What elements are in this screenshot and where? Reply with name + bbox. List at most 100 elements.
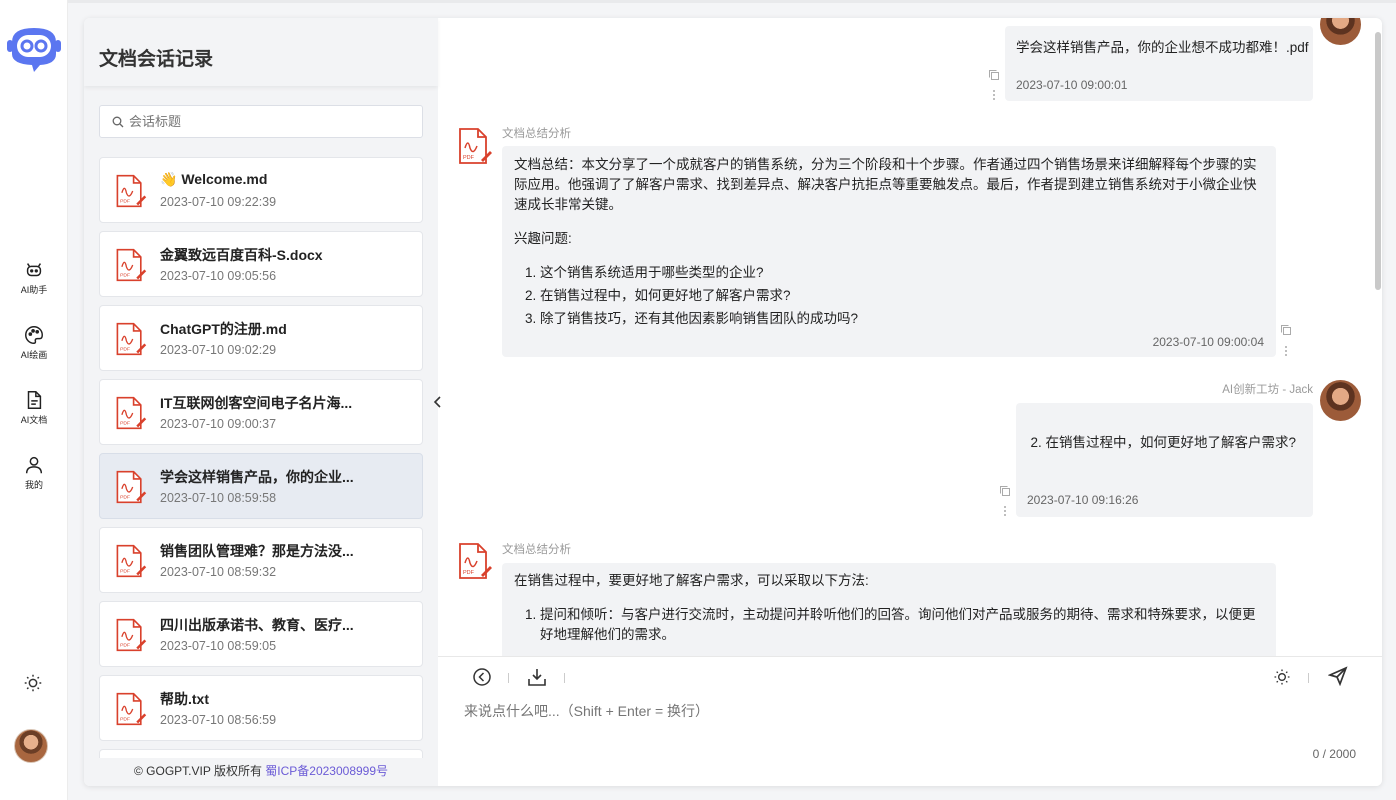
doc-session-item[interactable]: PDF 帮助.txt 2023-07-10 08:56:59 [99, 675, 423, 741]
svg-text:PDF: PDF [120, 347, 130, 353]
pdf-bot-avatar-icon: PDF [459, 543, 492, 579]
ai-message-bubble: 在销售过程中，要更好地了解客户需求，可以采取以下方法: 提问和倾听：与客户进行交… [502, 563, 1276, 656]
question-item[interactable]: 这个销售系统适用于哪些类型的企业? [540, 263, 1264, 283]
theme-toggle-icon[interactable] [1272, 667, 1292, 687]
chat-input-area: 0 / 2000 [438, 656, 1382, 786]
question-item[interactable]: 在销售过程中，如何更好地了解客户需求? [540, 286, 1264, 306]
user-avatar [1320, 380, 1361, 421]
doc-time: 2023-07-10 09:22:39 [160, 195, 277, 209]
answer-points: 提问和倾听：与客户进行交流时，主动提问并聆听他们的回答。询问他们对产品或服务的期… [540, 605, 1264, 645]
chat-scrollbar[interactable] [1375, 32, 1381, 290]
user-message-bubble: 2. 在销售过程中，如何更好地了解客户需求? 2023-07-10 09:16:… [1016, 403, 1313, 517]
robot-icon [26, 262, 42, 276]
more-vertical-icon[interactable] [992, 89, 996, 101]
copy-icon[interactable] [988, 69, 1000, 81]
question-item[interactable]: 除了销售技巧，还有其他因素影响销售团队的成功吗? [540, 309, 1264, 329]
message-input[interactable] [464, 701, 1344, 751]
doc-session-item[interactable]: PDF 销售团队管理难？那是方法没... 2023-07-10 08:59:32 [99, 527, 423, 593]
copyright-text: © GOGPT.VIP 版权所有 [133, 764, 266, 778]
app-logo[interactable] [4, 20, 64, 74]
nav-label: AI助手 [20, 284, 48, 295]
char-counter: 0 / 2000 [1312, 747, 1356, 761]
panel-title: 文档会话记录 [99, 49, 214, 70]
toolbar-separator [1308, 673, 1309, 683]
doc-session-panel: 文档会话记录 PDF 👋 Welcome.md 2023-07-10 09:22:3… [84, 18, 438, 786]
back-circle-icon[interactable] [472, 667, 492, 687]
doc-time: 2023-07-10 09:02:29 [160, 343, 277, 357]
nav-item-mine[interactable]: 我的 [0, 447, 68, 497]
interest-label: 兴趣问题: [514, 231, 572, 246]
pdf-file-icon: PDF [116, 618, 147, 652]
toolbar-separator [508, 673, 509, 683]
nav-item-ai-drawing[interactable]: AI绘画 [0, 317, 68, 367]
doc-session-item[interactable]: PDF 金翼致远百度百科-S.docx 2023-07-10 09:05:56 [99, 231, 423, 297]
more-vertical-icon[interactable] [1284, 345, 1288, 357]
download-icon[interactable] [527, 667, 547, 687]
svg-text:PDF: PDF [120, 421, 130, 427]
nav-item-ai-docs[interactable]: AI文档 [0, 382, 68, 432]
message-text: 学会这样销售产品，你的企业想不成功都难！.pdf [1016, 40, 1309, 55]
theme-toggle-icon[interactable] [22, 672, 44, 694]
doc-session-item[interactable]: PDF 👋 Welcome.md 2023-07-10 09:22:39 [99, 157, 423, 223]
nav-item-ai-assistant[interactable]: AI助手 [0, 252, 68, 302]
summary-text: 文档总结：本文分享了一个成就客户的销售系统，分为三个阶段和十个步骤。作者通过四个… [514, 157, 1257, 212]
pdf-file-icon: PDF [116, 248, 147, 282]
doc-title: 👋 Welcome.md [160, 171, 268, 187]
pdf-file-icon: PDF [116, 692, 147, 726]
top-border [0, 0, 1396, 3]
doc-title: 帮助.txt [160, 691, 209, 707]
doc-time: 2023-07-10 09:05:56 [160, 269, 277, 283]
user-avatar [1320, 18, 1361, 45]
send-icon[interactable] [1328, 666, 1348, 686]
copyright-footer: © GOGPT.VIP 版权所有 蜀ICP备2023008999号 [84, 758, 438, 786]
session-search-input[interactable] [129, 114, 389, 129]
message-text: 2. 在销售过程中，如何更好地了解客户需求? [1030, 435, 1296, 450]
palette-icon [25, 325, 43, 344]
toolbar-separator [564, 673, 565, 683]
svg-text:PDF: PDF [120, 273, 130, 279]
more-vertical-icon[interactable] [1003, 505, 1007, 517]
doc-title: 销售团队管理难？那是方法没... [160, 543, 354, 559]
icp-link[interactable]: 蜀ICP备2023008999号 [265, 764, 388, 778]
doc-session-item[interactable]: PDF IT互联网创客空间电子名片海... 2023-07-10 09:00:37 [99, 379, 423, 445]
nav-label: 我的 [24, 479, 43, 490]
doc-title: IT互联网创客空间电子名片海... [160, 395, 353, 411]
svg-text:PDF: PDF [463, 570, 475, 576]
copy-icon[interactable] [999, 485, 1011, 497]
doc-time: 2023-07-10 09:00:37 [160, 417, 277, 431]
chat-messages: 学会这样销售产品，你的企业想不成功都难！.pdf 2023-07-10 09:0… [438, 18, 1382, 656]
pdf-file-icon: PDF [116, 396, 147, 430]
user-message-bubble: 学会这样销售产品，你的企业想不成功都难！.pdf 2023-07-10 09:0… [1005, 26, 1313, 101]
doc-time: 2023-07-10 08:59:05 [160, 639, 277, 653]
doc-title: 金翼致远百度百科-S.docx [160, 247, 323, 263]
pdf-file-icon: PDF [116, 470, 147, 504]
doc-time: 2023-07-10 08:59:32 [160, 565, 277, 579]
copy-icon[interactable] [1280, 324, 1292, 336]
doc-session-item[interactable]: PDF 学会这样销售产品，你的企业... 2023-07-10 08:59:58 [99, 453, 423, 519]
user-avatar[interactable] [14, 729, 48, 763]
main-card: 文档会话记录 PDF 👋 Welcome.md 2023-07-10 09:22:3… [84, 18, 1382, 786]
question-list: 这个销售系统适用于哪些类型的企业? 在销售过程中，如何更好地了解客户需求? 除了… [540, 263, 1264, 329]
pdf-bot-avatar-icon: PDF [459, 128, 492, 164]
doc-session-item[interactable]: PDF 四川出版承诺书、教育、医疗... 2023-07-10 08:59:05 [99, 601, 423, 667]
doc-time: 2023-07-10 08:59:58 [160, 491, 277, 505]
message-time: 2023-07-10 09:16:26 [1027, 493, 1139, 507]
doc-session-item[interactable]: PDF ChatGPT的注册.md 2023-07-10 09:02:29 [99, 305, 423, 371]
session-search-box[interactable] [99, 105, 423, 138]
doc-title: ChatGPT的注册.md [160, 321, 287, 337]
svg-text:PDF: PDF [120, 495, 130, 501]
pdf-file-icon: PDF [116, 174, 147, 208]
svg-text:PDF: PDF [120, 643, 130, 649]
user-icon [25, 456, 43, 473]
pdf-file-icon: PDF [116, 544, 147, 578]
nav-label: AI绘画 [20, 349, 48, 360]
answer-intro: 在销售过程中，要更好地了解客户需求，可以采取以下方法: [514, 573, 869, 588]
doc-time: 2023-07-10 08:56:59 [160, 713, 277, 727]
sender-name: 文档总结分析 [502, 544, 571, 556]
doc-title: 学会这样销售产品，你的企业... [160, 469, 354, 485]
nav-label: AI文档 [20, 414, 48, 425]
pdf-file-icon: PDF [116, 322, 147, 356]
ai-message-bubble: 文档总结：本文分享了一个成就客户的销售系统，分为三个阶段和十个步骤。作者通过四个… [502, 146, 1276, 357]
left-nav-rail: AI助手 AI绘画 AI文档 我的 [0, 0, 68, 800]
sender-name: 文档总结分析 [502, 128, 571, 140]
